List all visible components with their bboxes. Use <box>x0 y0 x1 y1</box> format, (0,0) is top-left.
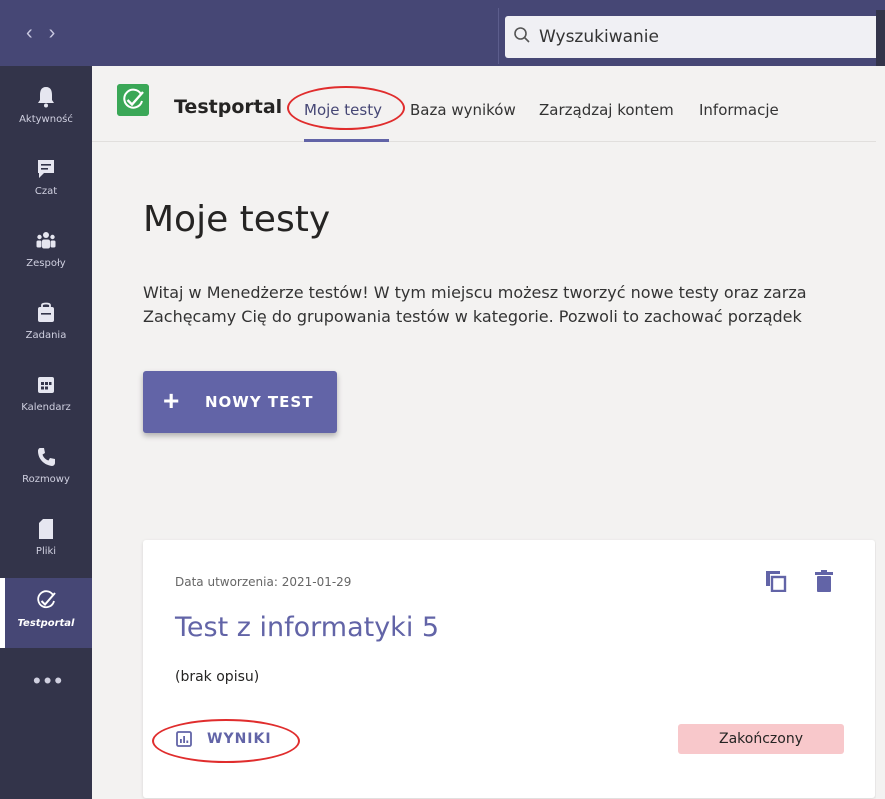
rail-label: Pliki <box>35 546 57 557</box>
back-arrow-icon[interactable]: ‹ <box>26 22 49 44</box>
top-right-edge <box>876 10 885 66</box>
status-badge: Zakończony <box>678 724 844 754</box>
page-title: Moje testy <box>143 199 331 240</box>
active-tab-underline <box>304 139 389 142</box>
rail-item-calendar[interactable]: Kalendarz <box>0 362 92 432</box>
test-title[interactable]: Test z informatyki 5 <box>175 612 439 643</box>
bar-chart-icon <box>176 731 192 747</box>
forward-arrow-icon[interactable]: › <box>49 22 72 44</box>
tab-results-base[interactable]: Baza wyników <box>410 101 516 119</box>
search-input[interactable]: Wyszukiwanie <box>539 27 659 47</box>
rail-item-assignments[interactable]: Zadania <box>0 290 92 360</box>
bell-icon <box>38 87 54 108</box>
assignments-icon <box>38 302 54 322</box>
tab-information[interactable]: Informacje <box>699 101 779 119</box>
copy-icon[interactable] <box>765 570 787 592</box>
creation-date: Data utworzenia: 2021-01-29 <box>175 575 352 589</box>
rail-item-activity[interactable]: Aktywność <box>0 74 92 144</box>
search-box[interactable]: Wyszukiwanie <box>505 16 885 58</box>
intro-text: Witaj w Menedżerze testów! W tym miejscu… <box>143 281 807 329</box>
phone-icon <box>38 448 55 466</box>
new-test-label: NOWY TEST <box>205 393 314 411</box>
more-apps-icon[interactable]: ••• <box>33 668 65 694</box>
rail-item-teams[interactable]: Zespoły <box>0 218 92 288</box>
rail-item-calls[interactable]: Rozmowy <box>0 434 92 504</box>
testportal-icon <box>37 590 56 609</box>
main-content: Moje testy Witaj w Menedżerze testów! W … <box>92 143 876 799</box>
test-description: (brak opisu) <box>175 669 260 685</box>
app-header: Testportal Moje testy Baza wyników Zarzą… <box>92 66 876 142</box>
chat-icon <box>38 160 54 178</box>
rail-label: Czat <box>34 186 58 197</box>
rail-label: Zadania <box>25 330 67 341</box>
app-rail: Aktywność Czat Zespoły Zadania Kalendarz… <box>0 66 92 799</box>
history-nav: ‹› <box>26 22 71 45</box>
rail-label: Kalendarz <box>21 402 71 413</box>
rail-item-files[interactable]: Pliki <box>0 506 92 576</box>
top-divider <box>498 8 499 64</box>
file-icon <box>39 519 53 539</box>
rail-item-testportal[interactable]: Testportal <box>0 578 92 648</box>
rail-label: Zespoły <box>26 258 66 269</box>
intro-line-2: Zachęcamy Cię do grupowania testów w kat… <box>143 307 802 326</box>
test-card: Data utworzenia: 2021-01-29 Test z infor… <box>143 540 875 798</box>
testportal-logo-icon <box>117 84 149 116</box>
intro-line-1: Witaj w Menedżerze testów! W tym miejscu… <box>143 283 807 302</box>
teams-icon <box>36 232 56 249</box>
calendar-icon <box>38 377 54 393</box>
new-test-button[interactable]: + NOWY TEST <box>143 371 337 433</box>
active-indicator <box>0 578 5 648</box>
tab-manage-account[interactable]: Zarządzaj kontem <box>539 101 674 119</box>
delete-icon[interactable] <box>815 570 833 592</box>
top-bar: ‹› Wyszukiwanie <box>0 0 885 66</box>
results-label: WYNIKI <box>207 731 272 747</box>
rail-label: Testportal <box>17 618 75 629</box>
plus-icon: + <box>163 385 180 416</box>
rail-label: Rozmowy <box>22 474 70 485</box>
rail-item-chat[interactable]: Czat <box>0 146 92 216</box>
app-name: Testportal <box>174 96 283 118</box>
search-icon <box>514 27 530 43</box>
rail-label: Aktywność <box>19 114 73 125</box>
tab-my-tests[interactable]: Moje testy <box>304 101 382 119</box>
